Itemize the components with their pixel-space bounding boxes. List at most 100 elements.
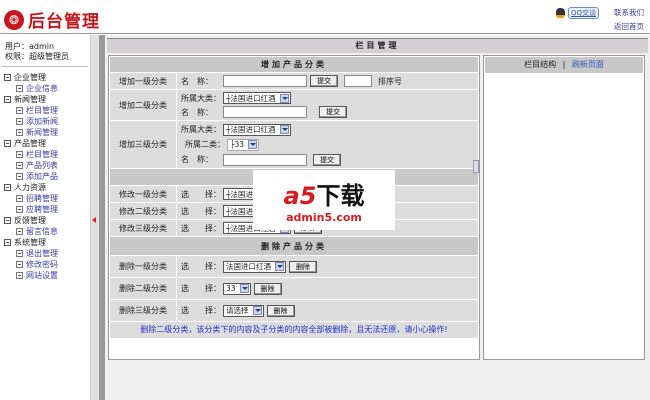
sidebar-item[interactable]: 应聘管理 — [0, 204, 90, 215]
sidebar-item-label[interactable]: 新闻管理 — [26, 127, 58, 138]
level2-name-input[interactable] — [223, 106, 307, 118]
sidebar-item[interactable]: 退出管理 — [0, 248, 90, 259]
level3-parent-select[interactable]: ┼法国进口红酒 — [223, 123, 291, 136]
sort-order-input[interactable] — [344, 75, 372, 87]
row-label: 修改一级分类 — [110, 186, 177, 202]
logo-text: 后台管理 — [28, 12, 100, 32]
sidebar-item-label[interactable]: 添加产品 — [26, 171, 58, 182]
qq-chat[interactable]: QQ交谈 — [556, 7, 600, 19]
refresh-link[interactable]: 刷新页面 — [572, 60, 604, 69]
scroll-spinner[interactable] — [473, 160, 479, 173]
sidebar-item-label[interactable]: 修改密码 — [26, 259, 58, 270]
sidebar-item[interactable]: 产品列表 — [0, 160, 90, 171]
collapse-icon[interactable] — [4, 239, 11, 246]
sidebar-group[interactable]: 企业管理 — [0, 72, 90, 83]
row-label: 增加二级分类 — [110, 90, 177, 120]
delete-select[interactable]: 法国进口红酒 — [223, 260, 286, 273]
level1-name-input[interactable] — [223, 75, 307, 87]
group-label: 新闻管理 — [14, 95, 46, 104]
header: ❂ 后台管理 QQ交谈 联系我们 返回首页 — [0, 0, 650, 34]
row-label: 修改二级分类 — [110, 203, 177, 219]
delete-button[interactable]: 删除 — [266, 304, 295, 317]
sidebar-item[interactable]: 添加产品 — [0, 171, 90, 182]
tree-node-icon — [16, 195, 23, 202]
delete-select[interactable]: 请选择 — [223, 304, 264, 317]
sidebar-group[interactable]: 反馈管理 — [0, 215, 90, 226]
contact-link[interactable]: 联系我们 — [614, 7, 644, 18]
parent-label: 所属大类： — [181, 93, 221, 103]
sidebar-item[interactable]: 新闻管理 — [0, 127, 90, 138]
user-name: 用户：admin — [5, 42, 55, 51]
select-value: ├33 — [230, 140, 245, 149]
sidebar-item[interactable]: 栏目管理 — [0, 149, 90, 160]
group-label: 产品管理 — [14, 139, 46, 148]
sidebar-item[interactable]: 企业信息 — [0, 83, 90, 94]
sidebar-item[interactable]: 修改密码 — [0, 259, 90, 270]
collapse-icon[interactable] — [4, 217, 11, 224]
row-label: 增加一级分类 — [110, 73, 177, 89]
sidebar-item-label[interactable]: 产品列表 — [26, 160, 58, 171]
sidebar-item-label[interactable]: 栏目管理 — [26, 149, 58, 160]
sidebar-group[interactable]: 产品管理 — [0, 138, 90, 149]
sidebar-group[interactable]: 人力资源 — [0, 182, 90, 193]
name-label: 名 称： — [181, 155, 213, 164]
tree-node-icon — [16, 129, 23, 136]
sidebar-item[interactable]: 网站设置 — [0, 270, 90, 281]
sidebar-item[interactable]: 招聘管理 — [0, 193, 90, 204]
add-level1-row: 增加一级分类 名 称： 提交 排序号 — [110, 73, 478, 90]
sidebar-item-label[interactable]: 退出管理 — [26, 248, 58, 259]
sidebar-group[interactable]: 系统管理 — [0, 237, 90, 248]
watermark-logo: a5下载 admin5.com — [253, 170, 395, 230]
select-label: 选 择： — [181, 306, 221, 315]
home-link[interactable]: 返回首页 — [614, 21, 644, 32]
sort-label: 排序号 — [378, 76, 402, 86]
select-label: 选 择： — [181, 284, 221, 293]
structure-label: 栏目结构 — [524, 60, 557, 69]
level2-parent-select[interactable]: ┼法国进口红酒 — [223, 92, 291, 104]
row-label: 删除一级分类 — [110, 256, 177, 277]
sidebar-item-label[interactable]: 添加新闻 — [26, 116, 58, 127]
delete-button[interactable]: 删除 — [289, 260, 317, 273]
row-label: 删除三级分类 — [110, 300, 177, 321]
sidebar-group[interactable]: 新闻管理 — [0, 94, 90, 105]
chevron-down-icon — [279, 125, 289, 134]
add-level2-row: 增加二级分类 所属大类： ┼法国进口红酒 名 称： 提交 — [110, 90, 478, 121]
delete-row: 删除三级分类 选 择： 请选择 删除 — [110, 300, 478, 322]
delete-button[interactable]: 删除 — [253, 282, 282, 295]
row-label: 删除二级分类 — [110, 278, 177, 299]
sidebar-item[interactable]: 添加新闻 — [0, 116, 90, 127]
collapse-arrow-icon[interactable] — [92, 217, 96, 223]
sidebar: 用户：admin 权限：超级管理员 企业管理 企业信息 新闻管理 栏目管理 添加新闻 新闻… — [0, 35, 90, 400]
tree-node-icon — [16, 107, 23, 114]
collapse-icon[interactable] — [4, 74, 11, 81]
sidebar-item-label[interactable]: 网站设置 — [26, 270, 58, 281]
separator: | — [562, 60, 566, 69]
level3-name-input[interactable] — [223, 153, 307, 166]
logo-icon: ❂ — [4, 9, 24, 30]
select-label: 选 择： — [181, 189, 221, 199]
sidebar-item-label[interactable]: 留言信息 — [26, 226, 58, 237]
structure-header: 栏目结构 | 刷新页面 — [485, 57, 643, 73]
sidebar-item[interactable]: 栏目管理 — [0, 105, 90, 116]
user-info: 用户：admin 权限：超级管理员 — [2, 35, 88, 67]
tree-node-icon — [16, 85, 23, 92]
sidebar-item-label[interactable]: 应聘管理 — [26, 204, 58, 215]
delete-select[interactable]: 33 — [223, 282, 251, 295]
chevron-down-icon — [279, 93, 289, 103]
sidebar-item-label[interactable]: 企业信息 — [26, 83, 58, 94]
collapse-icon[interactable] — [4, 96, 11, 103]
sidebar-menu: 企业管理 企业信息 新闻管理 栏目管理 添加新闻 新闻管理 产品管理 栏目管理 产品列表 添加产品… — [0, 72, 90, 281]
collapse-icon[interactable] — [4, 184, 11, 191]
watermark-a5: a5 — [283, 182, 317, 210]
tree-node-icon — [16, 228, 23, 235]
sidebar-item-label[interactable]: 栏目管理 — [26, 105, 58, 116]
level3-submit-button[interactable]: 提交 — [313, 153, 341, 166]
level3-sub-select[interactable]: ├33 — [227, 138, 260, 151]
sidebar-item[interactable]: 留言信息 — [0, 226, 90, 237]
qq-chat-button[interactable]: QQ交谈 — [568, 7, 600, 19]
sidebar-splitter[interactable] — [90, 35, 105, 400]
level1-submit-button[interactable]: 提交 — [310, 75, 338, 87]
sidebar-item-label[interactable]: 招聘管理 — [26, 193, 58, 204]
level2-submit-button[interactable]: 提交 — [319, 106, 347, 118]
collapse-icon[interactable] — [4, 140, 11, 147]
